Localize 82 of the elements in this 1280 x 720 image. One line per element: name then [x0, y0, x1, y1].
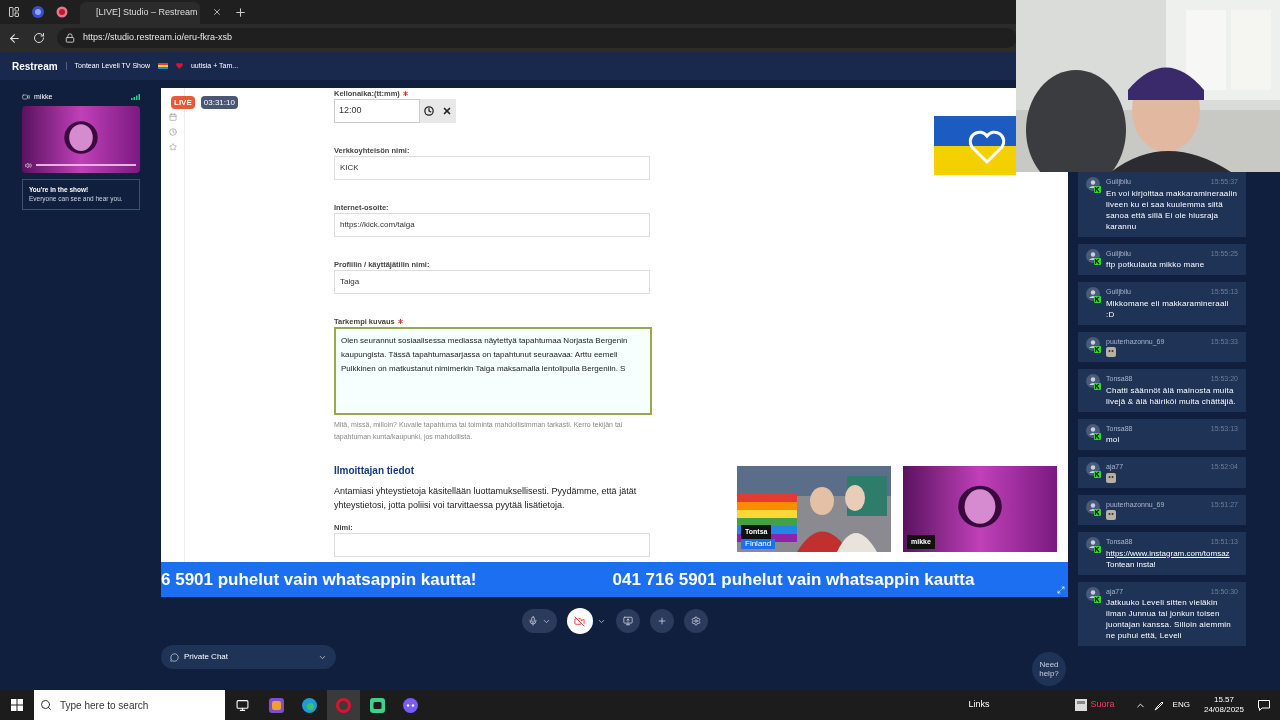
- private-chat-dropdown[interactable]: Private Chat: [161, 645, 336, 669]
- section-text: Antamiasi yhteystietoja käsitellään luottamuksellisesti. Pyydämme, että jätät yhteystietosi, jotta poliisi voi tarvittaessa pyytää lisätietoja.: [334, 485, 638, 512]
- clear-icon[interactable]: [442, 106, 452, 116]
- user-avatar-icon: [1086, 248, 1102, 265]
- share-screen-button[interactable]: [615, 609, 640, 633]
- user-avatar-icon: [1086, 177, 1102, 193]
- logo[interactable]: Restream: [12, 58, 58, 74]
- taskbar-search-field[interactable]: Type here to search: [34, 690, 225, 720]
- clock-time[interactable]: 15.57: [1213, 695, 1234, 705]
- user-avatar-icon: [1086, 287, 1102, 303]
- clock-date[interactable]: 24/08/2025: [1203, 705, 1244, 715]
- reload-icon[interactable]: [33, 32, 45, 44]
- share-screen-icon: [622, 616, 633, 626]
- address-field[interactable]: https://studio.restream.io/eru-fkra-xsb: [57, 28, 1017, 48]
- plus-icon: [656, 616, 667, 626]
- emote-icon: [1106, 510, 1116, 520]
- section-heading: Ilmoittajan tiedot: [334, 464, 415, 478]
- news-icon[interactable]: [1074, 699, 1087, 711]
- heart-flag-icon: [934, 116, 1016, 175]
- links-toolbar[interactable]: Links: [968, 698, 990, 712]
- text-field[interactable]: Taiga: [334, 270, 650, 294]
- chat-message: Mikkomane eli makkaramineraali :D: [1106, 297, 1230, 320]
- chat-message: En voi kirjoittaa makkaramineraalin liveen ku ei saa kuulemma siitä sanoa että sillä Ei ole hiusraja karannu: [1106, 187, 1238, 232]
- chat-message: moi: [1106, 434, 1121, 445]
- heart-icon: [175, 63, 183, 69]
- description-field[interactable]: Olen seurannut sosiaalisessa mediassa näytettyä tapahtumaa Norjasta Bergenin kaupungista. Tässä tapahtumasarjassa on tapahtunut seuraavaa: Arttu eemeli Pulkkinen on matkustanut nimimerkin Taiga maksamalla lentolipulla Bergeniin. S: [334, 327, 652, 415]
- user-avatar-icon: [1086, 499, 1102, 516]
- fullscreen-icon[interactable]: [1057, 586, 1065, 594]
- help-button[interactable]: Need help?: [1032, 652, 1066, 686]
- chat-app-icon[interactable]: [403, 697, 418, 713]
- app-icon[interactable]: [370, 697, 385, 713]
- time-field[interactable]: 12:00: [334, 99, 420, 123]
- text-field[interactable]: KICK: [334, 156, 650, 180]
- windows-logo-icon[interactable]: [11, 699, 23, 711]
- search-icon: [40, 699, 52, 711]
- settings-button[interactable]: [683, 609, 708, 633]
- chat-message: Jatkuuko Leveli sitten vieläkin ilman Junnua tai jonkun toisen juontajan kanssa. Silloin aiemmin ne puhui että, Leveli: [1106, 597, 1232, 641]
- live-badge: LIVE: [171, 96, 195, 109]
- chat-message: Tontean insta!: [1106, 558, 1157, 570]
- notifications-icon[interactable]: [1258, 699, 1270, 711]
- volume-icon[interactable]: [25, 161, 32, 169]
- user-avatar-icon: [1086, 537, 1102, 553]
- live-timer: 03:31:10: [200, 96, 238, 109]
- user-avatar-icon: [1086, 462, 1102, 478]
- back-icon[interactable]: [8, 31, 21, 45]
- add-button[interactable]: [649, 609, 674, 633]
- user-avatar-icon: [1086, 423, 1102, 440]
- mic-button[interactable]: [521, 609, 557, 633]
- user-avatar-icon: [1086, 374, 1102, 390]
- tile-subtitle: Finland: [741, 539, 776, 549]
- lock-icon[interactable]: [65, 33, 75, 43]
- camera-button[interactable]: [566, 609, 606, 633]
- profile-icon[interactable]: [32, 6, 44, 18]
- language-indicator[interactable]: ENG: [1172, 699, 1190, 711]
- settings-icon: [690, 616, 701, 626]
- ticker-text: 041 716 5901 puhelut vain whatsappin kautta: [612, 568, 975, 591]
- star-icon[interactable]: [168, 143, 177, 151]
- camera-icon: [22, 93, 30, 102]
- task-view-icon[interactable]: [236, 698, 249, 712]
- user-avatar-icon: [1086, 336, 1102, 353]
- text-field[interactable]: https://kick.com/taiga: [334, 213, 650, 237]
- user-avatar-icon: [1086, 586, 1102, 603]
- close-tab-icon[interactable]: [212, 7, 222, 17]
- record-icon[interactable]: [56, 6, 68, 18]
- signal-icon: [131, 94, 140, 101]
- emote-icon: [1106, 472, 1116, 483]
- chat-icon: [170, 652, 179, 662]
- chat-link[interactable]: https://www.instagram.com/tomsaz: [1106, 547, 1238, 559]
- app-icon[interactable]: [269, 697, 284, 713]
- chat-message: ftp potkulauta mikko mane: [1106, 259, 1206, 270]
- rainbow-flag-icon: [157, 63, 168, 69]
- tab-actions-icon[interactable]: [8, 6, 20, 18]
- clock-icon[interactable]: [424, 106, 434, 116]
- emote-icon: [1106, 347, 1116, 357]
- news-status[interactable]: Suora: [1090, 698, 1115, 712]
- chat-message: Chatti säännöt älä mainosta muita livejä & älä häiriköi muita chättäjiä.: [1106, 384, 1237, 407]
- pen-icon[interactable]: [1153, 699, 1165, 711]
- text-field[interactable]: [334, 533, 650, 557]
- browser-tab[interactable]: [LIVE] Studio – Restream: [80, 2, 200, 24]
- browser-icon[interactable]: [302, 697, 317, 713]
- new-tab-icon[interactable]: [234, 5, 247, 19]
- ticker-text: 6 5901 puhelut vain whatsappin kautta!: [161, 568, 477, 591]
